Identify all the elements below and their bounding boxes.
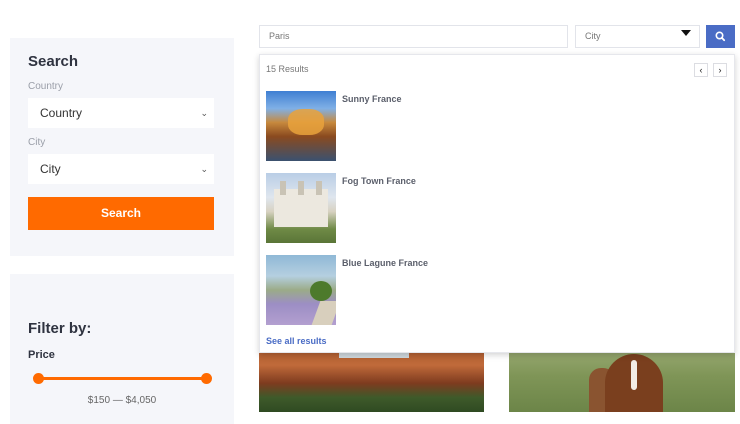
city-label: City xyxy=(28,137,46,148)
thumbnail-detail xyxy=(298,181,304,195)
country-label: Country xyxy=(28,81,64,92)
result-name[interactable]: Sunny France xyxy=(342,94,402,104)
results-count: 15 Results xyxy=(266,64,309,74)
top-search-button[interactable] xyxy=(706,25,735,48)
result-thumbnail[interactable] xyxy=(266,173,336,243)
chevron-right-icon: › xyxy=(718,65,722,75)
destination-search-input[interactable]: Paris xyxy=(259,25,568,48)
search-panel: Search Country Country ⌄ City City ⌄ Sea… xyxy=(10,38,234,256)
next-page-button[interactable]: › xyxy=(713,63,727,77)
chevron-left-icon: ‹ xyxy=(699,65,703,75)
result-item[interactable]: Fog Town France xyxy=(266,173,726,243)
result-thumbnail[interactable] xyxy=(266,91,336,161)
search-panel-title: Search xyxy=(28,53,79,70)
thumbnail-detail xyxy=(311,301,336,325)
country-select-value: Country xyxy=(40,106,83,120)
thumbnail-detail xyxy=(288,109,324,135)
thumbnail-detail xyxy=(280,181,286,195)
chevron-down-icon: ⌄ xyxy=(200,108,208,118)
top-city-select[interactable]: City xyxy=(575,25,700,48)
search-button[interactable]: Search xyxy=(28,197,214,230)
price-label: Price xyxy=(28,349,55,361)
result-name[interactable]: Fog Town France xyxy=(342,176,416,186)
filter-panel: Filter by: Price $150 — $4,050 xyxy=(10,274,234,424)
result-item[interactable]: Blue Lagune France xyxy=(266,255,726,325)
country-select[interactable]: Country ⌄ xyxy=(28,98,214,128)
filter-title: Filter by: xyxy=(28,320,92,337)
result-item[interactable]: Sunny France xyxy=(266,91,726,161)
chevron-down-icon: ⌄ xyxy=(200,164,208,174)
destination-search-value: Paris xyxy=(269,31,290,41)
see-all-results-link[interactable]: See all results xyxy=(266,336,327,346)
thumbnail-detail xyxy=(310,281,332,301)
top-city-value: City xyxy=(585,31,601,41)
price-slider-min-handle[interactable] xyxy=(32,373,44,384)
city-select-value: City xyxy=(40,162,61,176)
search-icon xyxy=(715,31,726,42)
price-slider-track[interactable] xyxy=(38,377,206,380)
price-slider-max-handle[interactable] xyxy=(200,373,212,384)
price-range-text: $150 — $4,050 xyxy=(87,395,157,406)
prev-page-button[interactable]: ‹ xyxy=(694,63,708,77)
thumbnail-detail xyxy=(316,181,322,195)
horse-blaze xyxy=(631,360,637,390)
result-name[interactable]: Blue Lagune France xyxy=(342,258,428,268)
caret-down-icon xyxy=(681,30,691,36)
search-results-dropdown: 15 Results ‹ › Sunny France Fog Town Fra… xyxy=(259,54,735,353)
city-select[interactable]: City ⌄ xyxy=(28,154,214,184)
result-thumbnail[interactable] xyxy=(266,255,336,325)
